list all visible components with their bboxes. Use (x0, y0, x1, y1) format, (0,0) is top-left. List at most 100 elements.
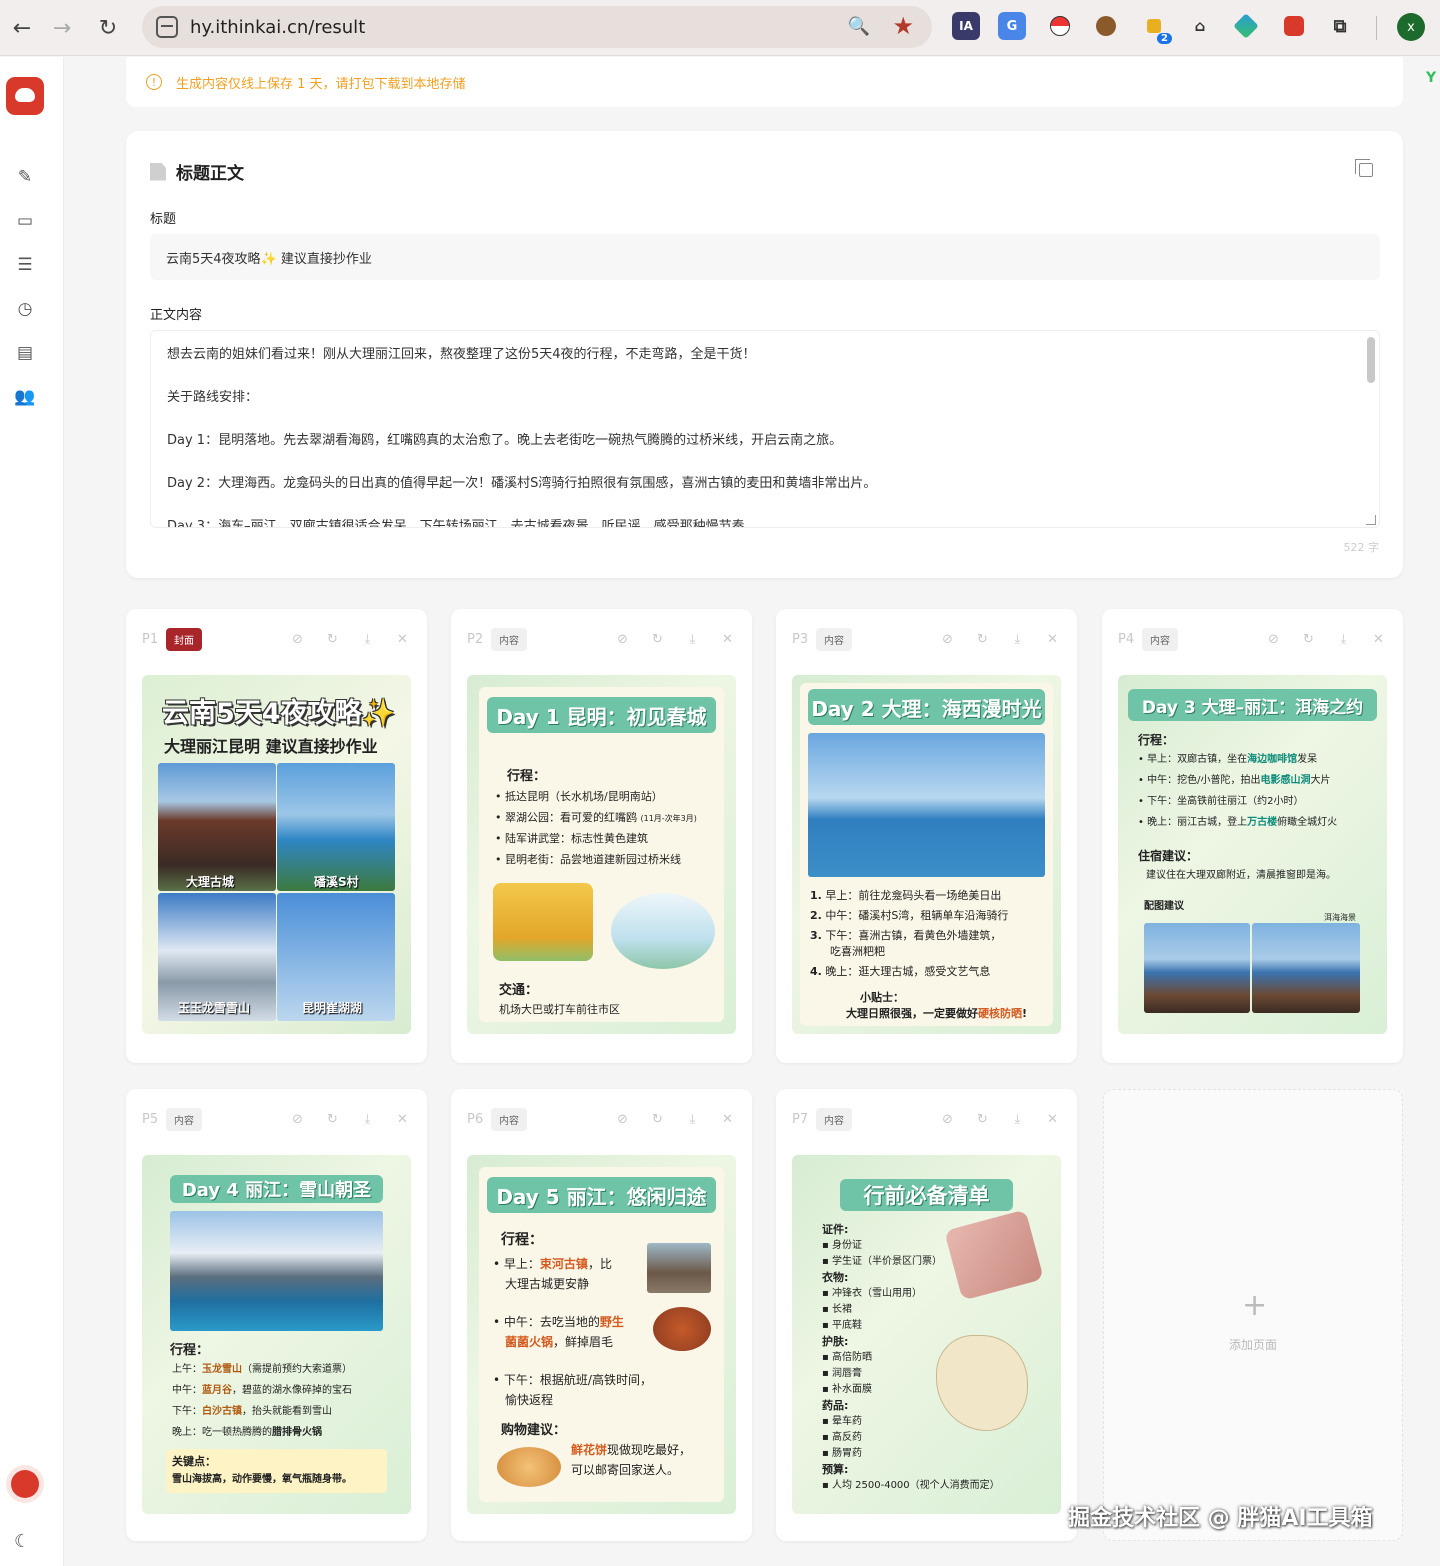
ia-extension-icon[interactable]: IA (952, 12, 980, 40)
checklist-group: 证件: (822, 1223, 849, 1236)
card-icon[interactable]: ▭ (13, 209, 37, 233)
translate-extension-icon[interactable]: G (998, 12, 1026, 40)
regenerate-icon[interactable]: ↻ (649, 632, 666, 647)
page-actions: ⊘ ↻ ⤓ ✕ (939, 632, 1061, 647)
page-card-p4[interactable]: P4 内容 ⊘ ↻ ⤓ ✕ Day 3 大理–丽江：洱海之约 行程： • 早上：双廊古… (1102, 609, 1403, 1063)
assistant-logo[interactable] (6, 1465, 44, 1503)
cube-extension-icon[interactable] (1232, 12, 1260, 40)
bookmark-star-icon[interactable]: ★ (892, 12, 914, 40)
download-icon[interactable]: ⤓ (684, 632, 701, 647)
regenerate-icon[interactable]: ↻ (324, 632, 341, 647)
scrollbar[interactable] (1367, 337, 1375, 383)
edit-icon[interactable]: ✎ (13, 165, 37, 189)
download-icon[interactable]: ⤓ (359, 1112, 376, 1127)
add-page-label: 添加页面 (1228, 1338, 1277, 1352)
itinerary-item: 3. 下午：喜洲古镇，看黄色外墙建筑， (810, 929, 1002, 942)
copy-icon[interactable] (1355, 159, 1373, 177)
cookie-extension-icon[interactable] (1092, 12, 1120, 40)
page-number: P6 (467, 1111, 484, 1127)
itinerary-item: 上午：玉龙雪山（需提前预约大索道票） (172, 1364, 352, 1375)
app-logo[interactable] (6, 77, 44, 115)
itinerary-item: • 陆军讲武堂：标志性黄色建筑 (495, 832, 648, 845)
back-icon[interactable]: ← (0, 6, 44, 50)
delete-icon[interactable]: ✕ (394, 1112, 411, 1127)
hide-icon[interactable]: ⊘ (289, 1112, 306, 1127)
page-preview[interactable]: 云南5天4夜攻略✨ 大理丽江昆明 建议直接抄作业 大理古城 磻溪S村 玉玉龙雪雪… (142, 675, 411, 1034)
page-card-p7[interactable]: P7 内容 ⊘ ↻ ⤓ ✕ 行前必备清单 证件: ▪ 身份证 ▪ 学生证（半价景区门票… (776, 1089, 1077, 1541)
site-settings-icon[interactable] (156, 16, 178, 38)
itinerary-item: • 早上：束河古镇，比 (493, 1257, 612, 1271)
page-preview[interactable]: Day 2 大理：海西漫时光 1. 早上：前往龙龛码头看一场绝美日出 2. 中午… (792, 675, 1061, 1034)
regenerate-icon[interactable]: ↻ (1300, 632, 1317, 647)
page-preview[interactable]: Day 1 昆明：初见春城 行程： • 抵达昆明（长水机场/昆明南站） • 翠湖… (467, 675, 736, 1034)
delete-icon[interactable]: ✕ (1370, 632, 1387, 647)
page-preview[interactable]: 行前必备清单 证件: ▪ 身份证 ▪ 学生证（半价景区门票） 衣物: ▪ 冲锋衣… (792, 1155, 1061, 1514)
checklist-item: ▪ 平底鞋 (822, 1320, 862, 1331)
regenerate-icon[interactable]: ↻ (649, 1112, 666, 1127)
zoom-icon[interactable]: 🔍 (848, 16, 870, 37)
app-extension-icon[interactable] (1280, 12, 1308, 40)
page-content: Day 5 丽江：悠闲归途 行程： • 早上：束河古镇，比 大理古城更安静 • … (479, 1167, 724, 1502)
address-bar[interactable]: hy.ithinkai.cn/result 🔍 ★ (142, 6, 932, 48)
hide-icon[interactable]: ⊘ (939, 632, 956, 647)
page-preview[interactable]: Day 4 丽江：雪山朝圣 行程： 上午：玉龙雪山（需提前预约大索道票） 中午：… (142, 1155, 411, 1514)
download-icon[interactable]: ⤓ (1335, 632, 1352, 647)
page-card-p1[interactable]: P1 封面 ⊘ ↻ ⤓ ✕ 云南5天4夜攻略✨ 大理丽江昆明 建议直接抄作业 大理古城… (126, 609, 427, 1063)
history-icon[interactable]: ◷ (13, 297, 37, 321)
page-card-header: P5 内容 ⊘ ↻ ⤓ ✕ (142, 1107, 411, 1131)
document-icon[interactable]: ▤ (13, 341, 37, 365)
itinerary-item: • 中午：去吃当地的野生 (493, 1315, 624, 1329)
page-card-p3[interactable]: P3 内容 ⊘ ↻ ⤓ ✕ Day 2 大理：海西漫时光 1. 早上：前往龙龛码头看一… (776, 609, 1077, 1063)
delete-icon[interactable]: ✕ (719, 632, 736, 647)
puzzle-extensions-icon[interactable]: ⧉ (1326, 12, 1354, 40)
download-icon[interactable]: ⤓ (684, 1112, 701, 1127)
page-card-p2[interactable]: P2 内容 ⊘ ↻ ⤓ ✕ Day 1 昆明：初见春城 行程： • 抵达昆明（长水机场… (451, 609, 752, 1063)
list-icon[interactable]: ☰ (13, 253, 37, 277)
page-card-p6[interactable]: P6 内容 ⊘ ↻ ⤓ ✕ Day 5 丽江：悠闲归途 行程： • 早上：束河古镇，比… (451, 1089, 752, 1541)
delete-icon[interactable]: ✕ (719, 1112, 736, 1127)
page-content: Day 2 大理：海西漫时光 1. 早上：前往龙龛码头看一场绝美日出 2. 中午… (800, 683, 1053, 1026)
checklist-item: ▪ 人均 2500-4000（视个人消费而定） (822, 1480, 1000, 1491)
title-input[interactable]: 云南5天4夜攻略✨ 建议直接抄作业 (150, 234, 1380, 280)
title-label: 标题 (150, 212, 177, 227)
url-text[interactable]: hy.ithinkai.cn/result (190, 17, 365, 38)
hide-icon[interactable]: ⊘ (289, 632, 306, 647)
itinerary-item: 晚上：吃一顿热腾腾的腊排骨火锅 (172, 1427, 322, 1438)
add-page-button[interactable]: + 添加页面 (1103, 1089, 1403, 1541)
regenerate-icon[interactable]: ↻ (974, 632, 991, 647)
profile-avatar[interactable]: x (1397, 13, 1425, 41)
checklist-title: 行前必备清单 (840, 1179, 1013, 1211)
pokeball-extension-icon[interactable] (1046, 12, 1074, 40)
browser-toolbar: ← → ↻ hy.ithinkai.cn/result 🔍 ★ IA G 2 ⌂… (0, 0, 1440, 56)
delete-icon[interactable]: ✕ (1044, 632, 1061, 647)
page-preview[interactable]: Day 5 丽江：悠闲归途 行程： • 早上：束河古镇，比 大理古城更安静 • … (467, 1155, 736, 1514)
hide-icon[interactable]: ⊘ (1265, 632, 1282, 647)
hide-icon[interactable]: ⊘ (614, 632, 631, 647)
delete-icon[interactable]: ✕ (394, 632, 411, 647)
body-textarea[interactable]: 想去云南的姐妹们看过来！刚从大理丽江回来，熬夜整理了这份5天4夜的行程，不走弯路… (150, 330, 1380, 528)
page-type-tag: 内容 (491, 1107, 527, 1131)
badge-extension-icon[interactable]: 2 (1140, 12, 1172, 44)
download-icon[interactable]: ⤓ (1009, 1112, 1026, 1127)
download-icon[interactable]: ⤓ (1009, 632, 1026, 647)
download-icon[interactable]: ⤓ (359, 632, 376, 647)
checklist-group: 衣物: (822, 1271, 849, 1284)
regenerate-icon[interactable]: ↻ (324, 1112, 341, 1127)
page-preview[interactable]: Day 3 大理–丽江：洱海之约 行程： • 早上：双廊古镇，坐在海边咖啡馆发呆… (1118, 675, 1387, 1034)
page-content: Day 1 昆明：初见春城 行程： • 抵达昆明（长水机场/昆明南站） • 翠湖… (479, 687, 724, 1022)
regenerate-icon[interactable]: ↻ (974, 1112, 991, 1127)
hide-icon[interactable]: ⊘ (614, 1112, 631, 1127)
shopping-text: 可以邮寄回家送人。 (571, 1463, 680, 1477)
robot-extension-icon[interactable]: ⌂ (1186, 12, 1214, 40)
forward-icon[interactable]: → (40, 6, 84, 50)
dark-mode-icon[interactable]: ☾ (14, 1531, 30, 1552)
itinerary-item: • 早上：双廊古镇，坐在海边咖啡馆发呆 (1138, 754, 1318, 765)
delete-icon[interactable]: ✕ (1044, 1112, 1061, 1127)
hide-icon[interactable]: ⊘ (939, 1112, 956, 1127)
reload-icon[interactable]: ↻ (86, 6, 130, 50)
page-card-p5[interactable]: P5 内容 ⊘ ↻ ⤓ ✕ Day 4 丽江：雪山朝圣 行程： 上午：玉龙雪山（需提前… (126, 1089, 427, 1541)
key-point-heading: 关键点： (172, 1455, 216, 1468)
illustration-yunnan-map (936, 1335, 1028, 1431)
users-icon[interactable]: 👥 (13, 385, 37, 409)
resize-handle[interactable] (1366, 515, 1376, 525)
